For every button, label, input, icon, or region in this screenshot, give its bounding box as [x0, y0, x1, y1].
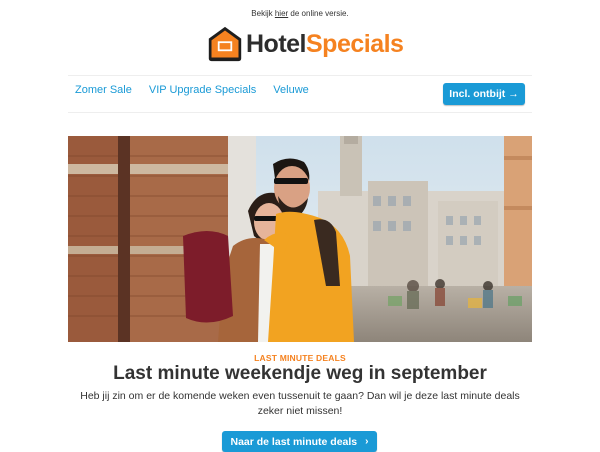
logo-word-hotel: Hotel — [246, 29, 307, 58]
nav-link-vip-upgrade-specials[interactable]: VIP Upgrade Specials — [149, 84, 256, 96]
hotelspecials-logo[interactable]: HotelSpecials — [207, 24, 404, 64]
hero-image[interactable] — [68, 136, 532, 342]
online-version-link[interactable]: hier — [275, 9, 288, 18]
incl-ontbijt-button[interactable]: Incl. ontbijt → — [443, 83, 525, 105]
chevron-right-icon: › — [365, 436, 369, 447]
nav-links: Zomer Sale VIP Upgrade Specials Veluwe — [75, 84, 326, 96]
nav-link-zomer-sale[interactable]: Zomer Sale — [75, 84, 132, 96]
section-eyebrow: LAST MINUTE DEALS — [254, 353, 346, 363]
article-body: Heb jij zin om er de komende weken even … — [80, 390, 520, 417]
article-title: Last minute weekendje weg in september — [113, 363, 487, 384]
header-divider-bottom — [68, 112, 532, 113]
house-icon — [208, 26, 242, 62]
last-minute-deals-button-label: Naar de last minute deals — [230, 435, 358, 448]
header-divider-top — [68, 75, 532, 76]
logo-word-specials: Specials — [306, 29, 404, 58]
nav-link-veluwe[interactable]: Veluwe — [273, 84, 308, 96]
preheader-text-after: de online versie. — [288, 9, 349, 18]
hero-photo — [68, 136, 532, 342]
preheader: Bekijk hier de online versie. — [0, 9, 600, 18]
logo-wordmark: HotelSpecials — [246, 29, 404, 59]
preheader-text-before: Bekijk — [251, 9, 275, 18]
last-minute-deals-button[interactable]: Naar de last minute deals › — [222, 431, 377, 452]
